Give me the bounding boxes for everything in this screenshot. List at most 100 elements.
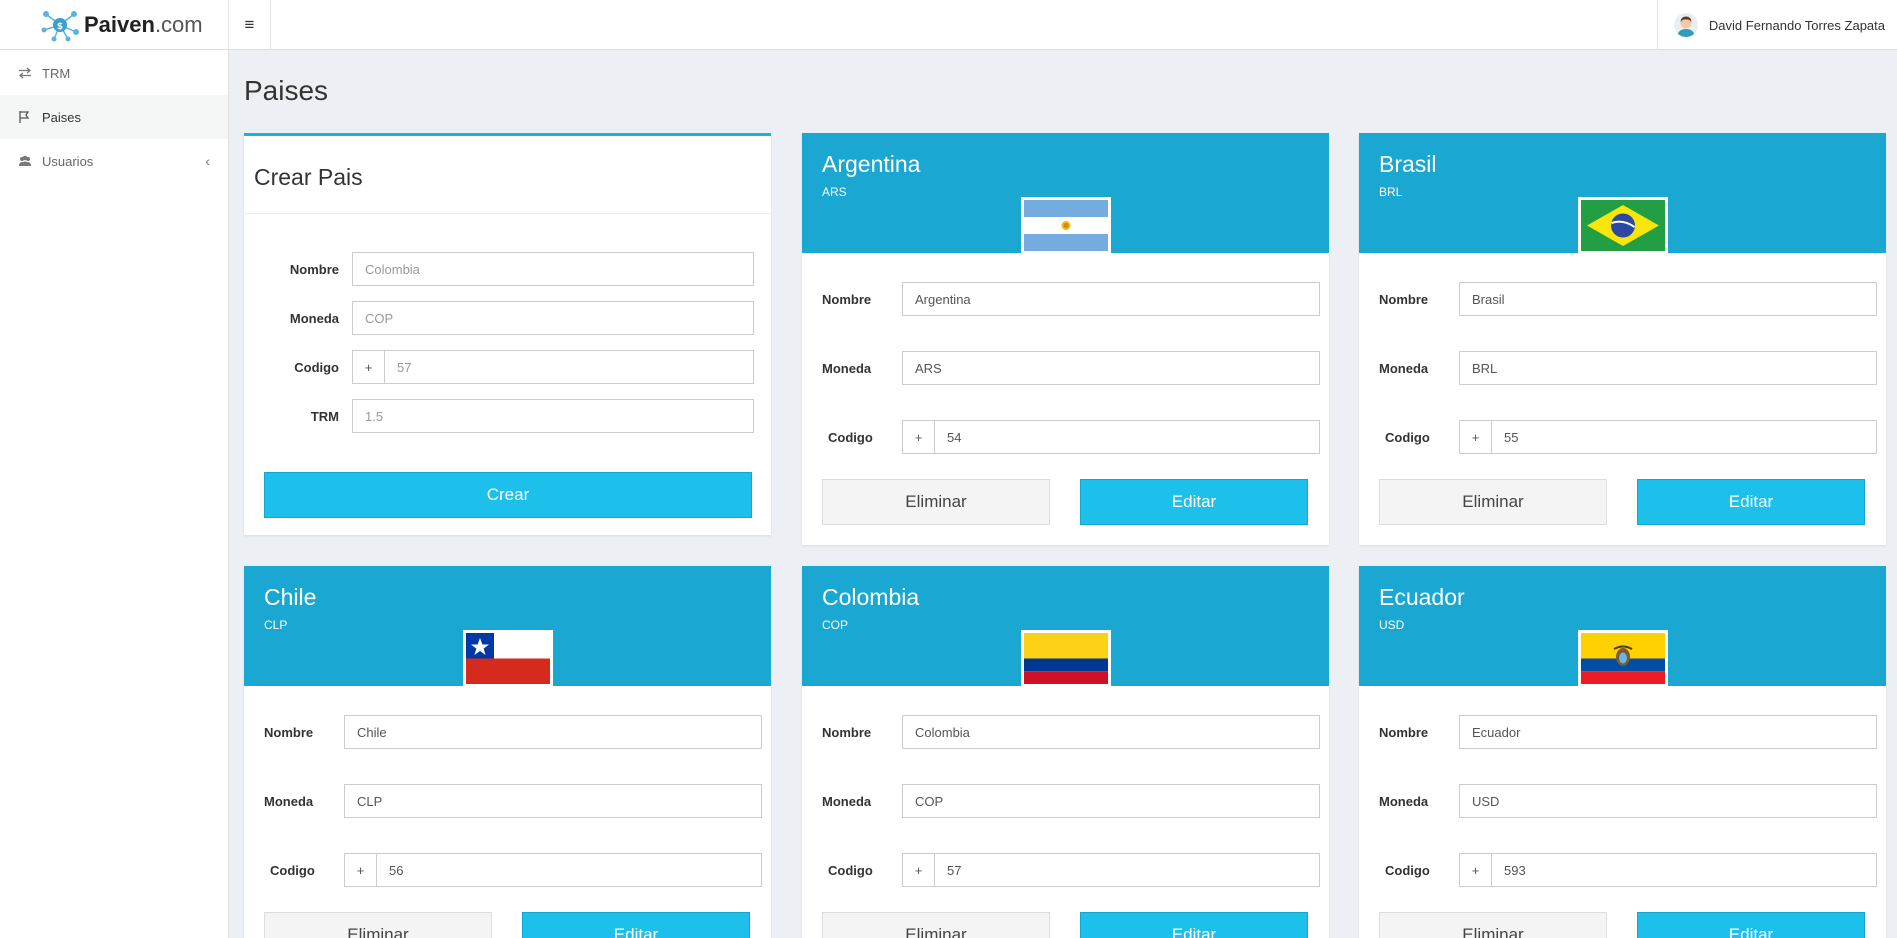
codigo-field[interactable]: 593 (1492, 854, 1526, 886)
edit-button[interactable]: Editar (1080, 912, 1308, 938)
nombre-field[interactable]: Ecuador (1459, 715, 1877, 749)
field-label: Nombre (264, 724, 314, 740)
card-header: Argentina ARS (802, 133, 1329, 254)
field-label: Nombre (289, 261, 339, 277)
nombre-field[interactable]: Chile (344, 715, 762, 749)
plus-prefix: + (345, 854, 377, 886)
field-label: Moneda (1379, 793, 1429, 809)
moneda-input[interactable]: COP (352, 301, 754, 335)
field-label: Codigo (828, 429, 873, 445)
card-moneda-row: Moneda COP (802, 784, 1329, 818)
nombre-field[interactable]: Colombia (902, 715, 1320, 749)
country-card-ecuador: Ecuador USD Nombre Ecuador Moneda USD Co… (1359, 566, 1886, 938)
user-menu[interactable]: David Fernando Torres Zapata (1656, 0, 1897, 50)
codigo-input-group[interactable]: + 56 (344, 853, 762, 887)
codigo-field[interactable]: 55 (1492, 421, 1518, 453)
card-codigo-row: Codigo + 55 (1359, 420, 1886, 454)
country-name: Chile (264, 584, 317, 610)
avatar (1673, 13, 1698, 37)
country-currency: CLP (264, 618, 288, 632)
codigo-field[interactable]: 54 (935, 421, 961, 453)
card-header: Chile CLP (244, 566, 771, 687)
sidebar-item-trm[interactable]: TRM (0, 51, 228, 95)
country-currency: USD (1379, 618, 1405, 632)
codigo-input-group[interactable]: + 593 (1459, 853, 1877, 887)
country-name: Ecuador (1379, 584, 1465, 610)
moneda-field[interactable]: ARS (902, 351, 1320, 385)
moneda-field[interactable]: COP (902, 784, 1320, 818)
nombre-input[interactable]: Colombia (352, 252, 754, 286)
field-label: Moneda (822, 793, 872, 809)
nombre-field[interactable]: Brasil (1459, 282, 1877, 316)
field-label: Nombre (1379, 291, 1429, 307)
delete-button[interactable]: Eliminar (1379, 912, 1607, 938)
nombre-field[interactable]: Argentina (902, 282, 1320, 316)
argentina-flag (1021, 197, 1111, 254)
country-name: Brasil (1379, 151, 1437, 177)
create-trm-row: TRM 1.5 (244, 399, 771, 433)
codigo-input-group[interactable]: + 54 (902, 420, 1320, 454)
field-label: Moneda (289, 310, 339, 326)
sidebar-item-paises[interactable]: Paises (0, 95, 228, 139)
card-moneda-row: Moneda CLP (244, 784, 771, 818)
network-logo-icon: $ (41, 11, 79, 42)
sidebar-item-usuarios[interactable]: Usuarios ‹ (0, 139, 228, 183)
card-header: Ecuador USD (1359, 566, 1886, 687)
trm-input[interactable]: 1.5 (352, 399, 754, 433)
country-currency: BRL (1379, 185, 1403, 199)
country-currency: ARS (822, 185, 847, 199)
codigo-input[interactable]: 57 (385, 351, 411, 383)
create-codigo-row: Codigo + 57 (244, 350, 771, 384)
edit-button[interactable]: Editar (1080, 479, 1308, 525)
field-label: Moneda (264, 793, 314, 809)
card-nombre-row: Nombre Argentina (802, 282, 1329, 316)
card-nombre-row: Nombre Brasil (1359, 282, 1886, 316)
field-label: Nombre (1379, 724, 1429, 740)
card-nombre-row: Nombre Chile (244, 715, 771, 749)
create-country-panel: Crear Pais Nombre Colombia Moneda COP Co… (244, 133, 771, 535)
codigo-input-group[interactable]: + 55 (1459, 420, 1877, 454)
card-nombre-row: Nombre Colombia (802, 715, 1329, 749)
card-codigo-row: Codigo + 54 (802, 420, 1329, 454)
sidebar-item-label: TRM (42, 65, 71, 81)
brand-logo[interactable]: $ Paiven.com (0, 0, 229, 50)
exchange-icon (18, 66, 32, 80)
delete-button[interactable]: Eliminar (822, 912, 1050, 938)
edit-button[interactable]: Editar (1637, 912, 1865, 938)
codigo-input-group[interactable]: + 57 (352, 350, 754, 384)
colombia-flag (1021, 630, 1111, 687)
country-card-colombia: Colombia COP Nombre Colombia Moneda COP … (802, 566, 1329, 938)
edit-button[interactable]: Editar (522, 912, 750, 938)
card-header: Colombia COP (802, 566, 1329, 687)
edit-button[interactable]: Editar (1637, 479, 1865, 525)
field-label: Nombre (822, 724, 872, 740)
card-moneda-row: Moneda USD (1359, 784, 1886, 818)
chevron-left-icon: ‹ (205, 153, 210, 169)
field-label: Moneda (822, 360, 872, 376)
codigo-field[interactable]: 56 (377, 854, 403, 886)
field-label: Codigo (1385, 862, 1430, 878)
codigo-field[interactable]: 57 (935, 854, 961, 886)
card-moneda-row: Moneda ARS (802, 351, 1329, 385)
card-codigo-row: Codigo + 56 (244, 853, 771, 887)
codigo-input-group[interactable]: + 57 (902, 853, 1320, 887)
field-label: Codigo (294, 359, 339, 375)
field-label: TRM (310, 408, 339, 424)
create-panel-title: Crear Pais (244, 136, 771, 214)
plus-prefix: + (903, 854, 935, 886)
svg-text:$: $ (57, 22, 63, 32)
hamburger-icon[interactable]: ≡ (229, 0, 271, 50)
delete-button[interactable]: Eliminar (1379, 479, 1607, 525)
plus-prefix: + (1460, 421, 1492, 453)
create-button[interactable]: Crear (264, 472, 752, 518)
field-label: Moneda (1379, 360, 1429, 376)
card-codigo-row: Codigo + 593 (1359, 853, 1886, 887)
moneda-field[interactable]: USD (1459, 784, 1877, 818)
brazil-flag (1578, 197, 1668, 254)
delete-button[interactable]: Eliminar (822, 479, 1050, 525)
moneda-field[interactable]: BRL (1459, 351, 1877, 385)
country-card-chile: Chile CLP Nombre Chile Moneda CLP Codigo… (244, 566, 771, 938)
moneda-field[interactable]: CLP (344, 784, 762, 818)
delete-button[interactable]: Eliminar (264, 912, 492, 938)
sidebar-item-label: Paises (42, 109, 82, 125)
